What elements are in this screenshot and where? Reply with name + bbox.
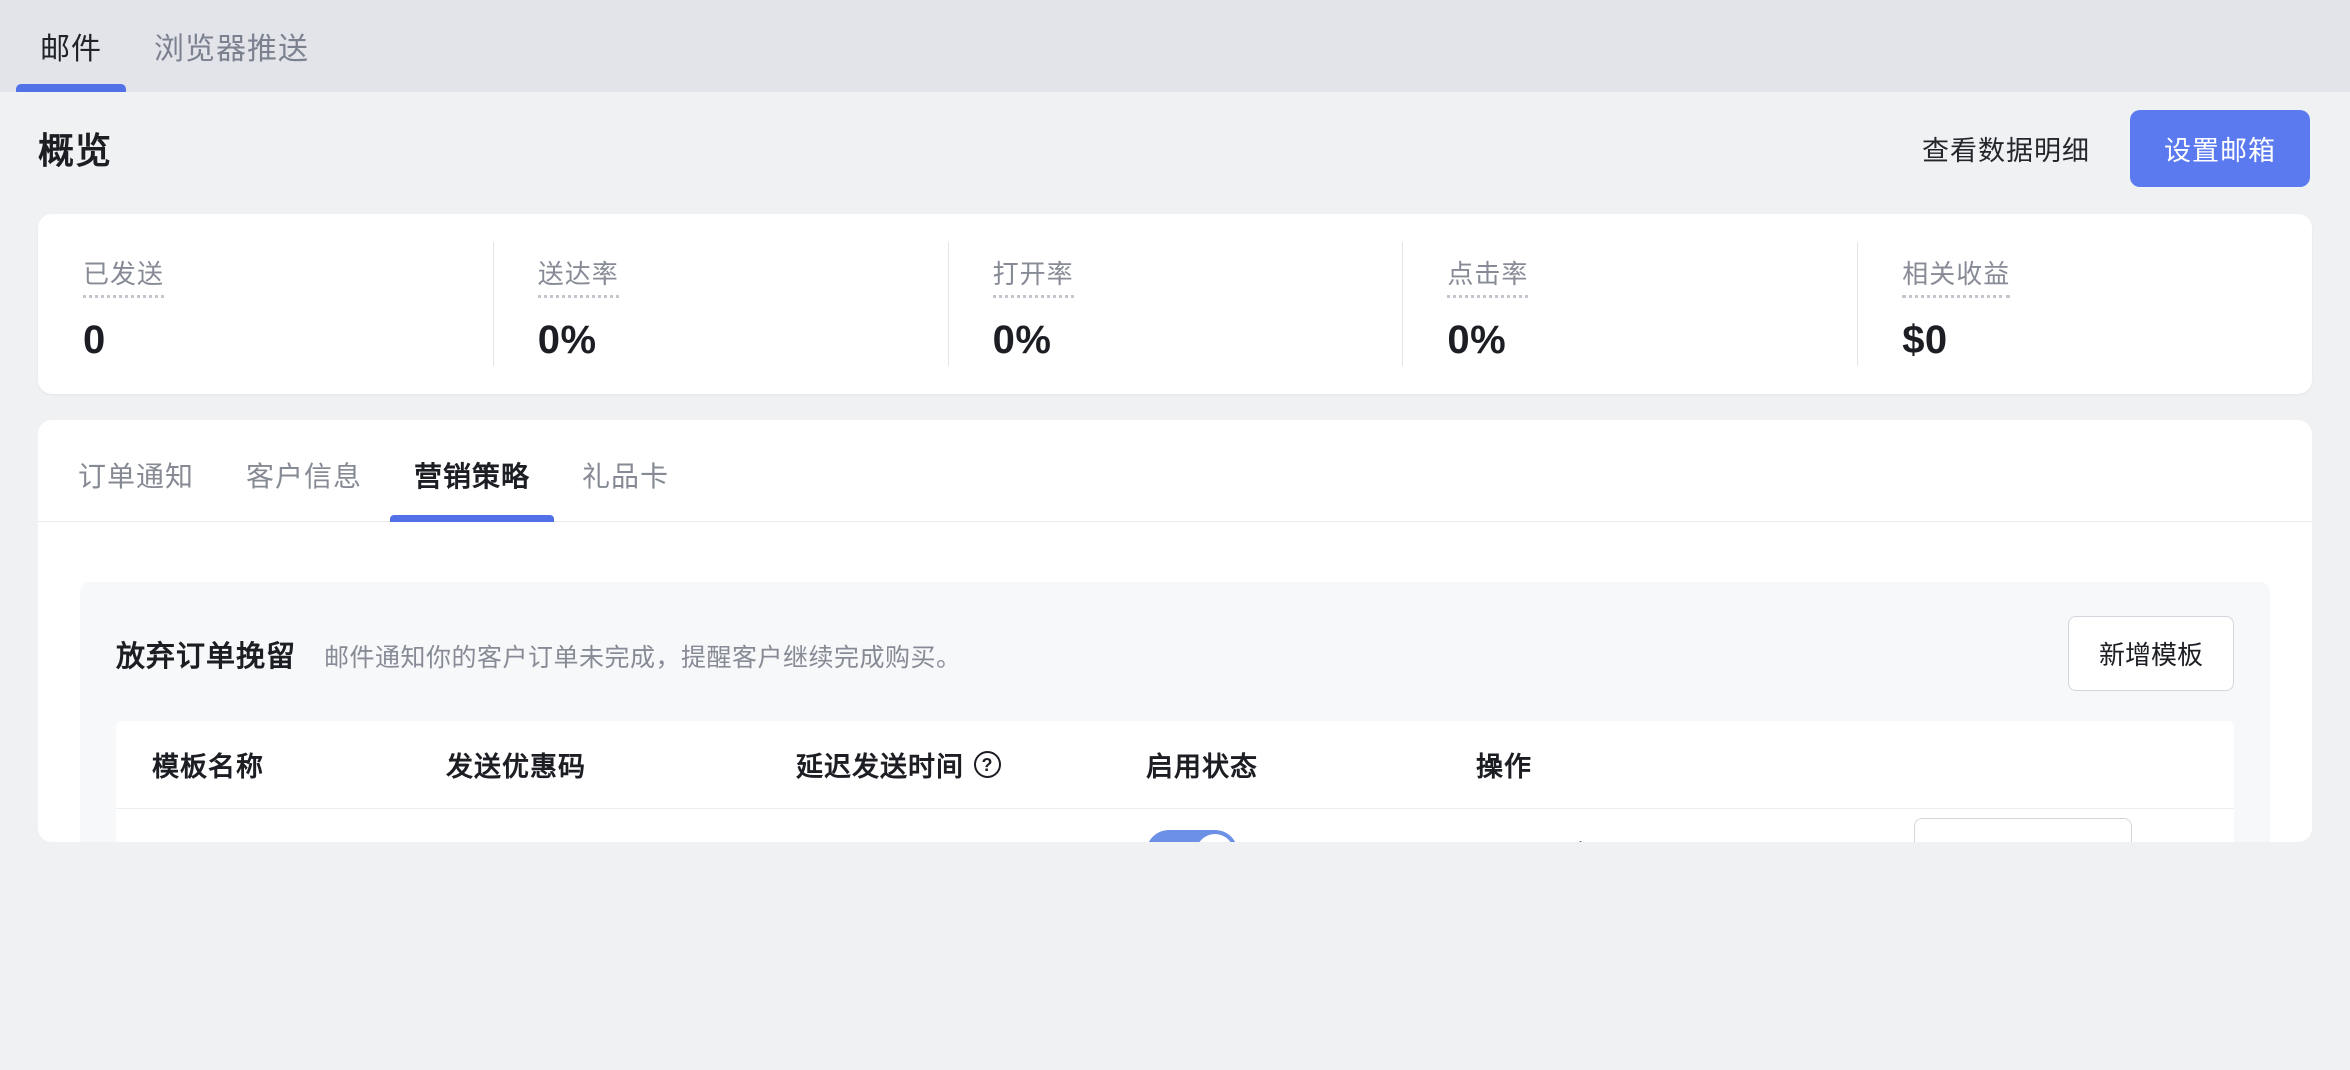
stat-open-rate-label[interactable]: 打开率 [992, 254, 1074, 298]
top-tab-browser-push[interactable]: 浏览器推送 [128, 0, 335, 92]
cell-change-sender: 更改发送邮件 [1914, 817, 2234, 842]
section-header-left: 放弃订单挽留 邮件通知你的客户订单未完成，提醒客户继续完成购买。 [116, 633, 962, 675]
column-header-coupon: 发送优惠码 [446, 752, 586, 782]
top-tab-email[interactable]: 邮件 [14, 0, 128, 92]
stat-delivery-rate-label[interactable]: 送达率 [537, 254, 619, 298]
stat-sent-value: 0 [83, 318, 106, 362]
stat-open-rate-value: 0% [992, 318, 1052, 362]
section-description: 邮件通知你的客户订单未完成，提醒客户继续完成购买。 [324, 643, 962, 672]
stat-related-revenue: 相关收益 $0 [1857, 214, 2312, 394]
sub-tab-customer-info[interactable]: 客户信息 [220, 429, 388, 521]
stat-click-rate-value: 0% [1447, 318, 1507, 362]
cell-status [1146, 829, 1476, 842]
stat-click-rate-label[interactable]: 点击率 [1447, 254, 1529, 298]
table-row: Template 无 30 秒 [116, 809, 2234, 842]
add-template-button[interactable]: 新增模板 [2067, 616, 2234, 691]
operation-icons [1476, 833, 1914, 842]
question-mark-icon[interactable]: ? [974, 751, 1001, 778]
abandoned-cart-section: 放弃订单挽留 邮件通知你的客户订单未完成，提醒客户继续完成购买。 新增模板 模板… [80, 582, 2270, 842]
stat-sent: 已发送 0 [38, 214, 493, 394]
section-header: 放弃订单挽留 邮件通知你的客户订单未完成，提醒客户继续完成购买。 新增模板 [116, 616, 2234, 691]
content-panel: 放弃订单挽留 邮件通知你的客户订单未完成，提醒客户继续完成购买。 新增模板 模板… [38, 522, 2312, 842]
top-tab-email-label: 邮件 [40, 33, 102, 66]
stat-sent-label[interactable]: 已发送 [83, 254, 165, 298]
header-actions: 查看数据明细 设置邮箱 [1922, 109, 2310, 187]
page-header: 概览 查看数据明细 设置邮箱 [0, 92, 2350, 204]
sub-tab-gift-card[interactable]: 礼品卡 [556, 429, 695, 521]
pencil-icon[interactable] [1552, 833, 1596, 842]
sub-tab-marketing-strategy-label: 营销策略 [414, 461, 531, 492]
stat-click-rate: 点击率 0% [1402, 214, 1857, 394]
stat-delivery-rate-value: 0% [537, 318, 597, 362]
section-title: 放弃订单挽留 [116, 640, 297, 673]
column-header-delay-label: 延迟发送时间 [796, 752, 964, 782]
top-tab-browser-push-label: 浏览器推送 [154, 33, 309, 66]
sub-tabs: 订单通知 客户信息 营销策略 礼品卡 [38, 430, 2312, 522]
template-table: 模板名称 发送优惠码 延迟发送时间 ? 启用状态 操作 Template 无 3… [116, 721, 2234, 842]
page-title: 概览 [38, 130, 113, 171]
setup-mailbox-button[interactable]: 设置邮箱 [2130, 109, 2310, 187]
sub-tab-order-notification[interactable]: 订单通知 [52, 429, 220, 521]
table-header-row: 模板名称 发送优惠码 延迟发送时间 ? 启用状态 操作 [116, 721, 2234, 809]
view-data-detail-link[interactable]: 查看数据明细 [1922, 129, 2090, 168]
stats-card: 已发送 0 送达率 0% 打开率 0% 点击率 0% 相关收益 $0 [38, 214, 2312, 394]
sub-tab-customer-info-label: 客户信息 [246, 461, 363, 492]
cell-operations [1476, 833, 1914, 842]
sub-tab-order-notification-label: 订单通知 [78, 461, 195, 492]
column-header-operations: 操作 [1476, 752, 1532, 782]
stat-related-revenue-label[interactable]: 相关收益 [1902, 254, 2011, 298]
cell-template-name: Template [116, 840, 446, 843]
sub-tab-gift-card-label: 礼品卡 [582, 461, 670, 492]
cell-delay: 30 秒 [796, 836, 1146, 843]
stat-open-rate: 打开率 0% [947, 214, 1403, 394]
eye-icon[interactable] [1476, 833, 1520, 842]
column-header-name: 模板名称 [152, 752, 264, 782]
cell-coupon: 无 [446, 836, 796, 843]
column-header-status: 启用状态 [1146, 752, 1258, 782]
sub-tabs-container: 订单通知 客户信息 营销策略 礼品卡 [38, 420, 2312, 522]
stat-related-revenue-value: $0 [1902, 318, 1948, 362]
enable-status-toggle[interactable] [1146, 829, 1238, 842]
stat-delivery-rate: 送达率 0% [492, 214, 948, 394]
column-header-delay: 延迟发送时间 ? [796, 745, 1146, 784]
sub-tab-marketing-strategy[interactable]: 营销策略 [388, 429, 556, 522]
change-sender-email-button[interactable]: 更改发送邮件 [1914, 817, 2133, 842]
top-tab-bar: 邮件 浏览器推送 [0, 0, 2350, 92]
